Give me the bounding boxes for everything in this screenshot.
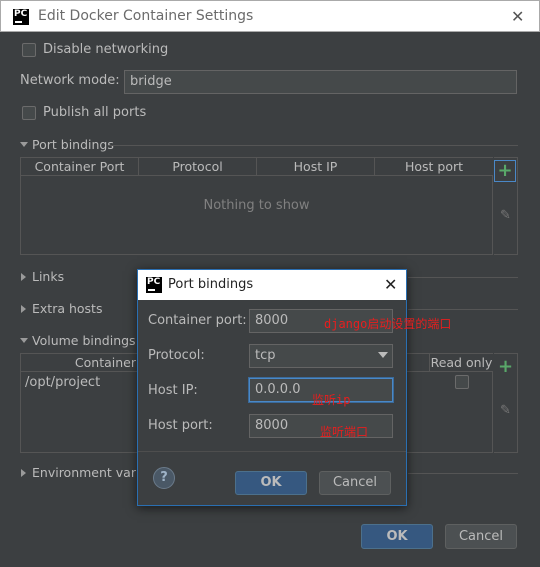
volume-bindings-section-label[interactable]: Volume bindings: [32, 333, 136, 348]
main-cancel-button[interactable]: Cancel: [445, 524, 517, 549]
dialog-separator: [138, 451, 406, 452]
col-host-port[interactable]: Host port: [375, 158, 493, 176]
dialog-titlebar: PC Port bindings ✕: [138, 270, 406, 300]
publish-all-ports-checkbox[interactable]: [22, 106, 36, 120]
volume-row-container[interactable]: /opt/project: [25, 375, 100, 390]
links-section-label[interactable]: Links: [32, 269, 64, 284]
links-expand-icon[interactable]: [21, 273, 26, 281]
extra-hosts-separator: [408, 309, 518, 310]
network-mode-label: Network mode:: [20, 73, 120, 88]
help-icon[interactable]: ?: [153, 467, 175, 489]
port-bindings-section-label[interactable]: Port bindings: [32, 137, 114, 152]
main-ok-button[interactable]: OK: [361, 524, 433, 549]
volume-row-read-only-checkbox[interactable]: [455, 375, 469, 389]
edit-volume-binding-icon[interactable]: ✎: [494, 403, 517, 418]
col-protocol[interactable]: Protocol: [139, 158, 257, 176]
extra-hosts-section-label[interactable]: Extra hosts: [32, 301, 102, 316]
add-port-binding-button[interactable]: +: [494, 160, 516, 182]
container-port-annotation: django启动设置的端口: [324, 317, 452, 331]
extra-hosts-expand-icon[interactable]: [21, 305, 26, 313]
host-port-annotation: 监听端口: [320, 425, 369, 439]
col-host-ip[interactable]: Host IP: [257, 158, 375, 176]
dialog-cancel-button[interactable]: Cancel: [319, 471, 391, 495]
empty-table-text: Nothing to show: [203, 198, 310, 213]
dialog-title: Port bindings: [168, 277, 254, 292]
disable-networking-checkbox[interactable]: [22, 43, 36, 57]
protocol-select[interactable]: tcp: [249, 344, 393, 368]
host-ip-label: Host IP:: [148, 383, 198, 398]
host-ip-annotation: 监听ip: [312, 393, 351, 407]
pycharm-logo-icon: PC: [13, 9, 29, 25]
protocol-label: Protocol:: [148, 348, 205, 363]
add-volume-binding-button[interactable]: +: [494, 357, 517, 377]
protocol-select-value: tcp: [255, 348, 276, 363]
container-port-label: Container port:: [148, 313, 247, 328]
port-bindings-table[interactable]: Container Port Protocol Host IP Host por…: [20, 157, 493, 255]
col-read-only[interactable]: Read only: [430, 354, 493, 372]
port-bindings-dialog: PC Port bindings ✕ Container port: 8000 …: [137, 269, 451, 506]
chevron-down-icon: [378, 352, 388, 358]
publish-all-ports-label: Publish all ports: [43, 105, 147, 120]
volume-bindings-expand-icon[interactable]: [20, 338, 28, 343]
window-title: Edit Docker Container Settings: [38, 8, 254, 24]
host-port-label: Host port:: [148, 418, 213, 433]
disable-networking-label: Disable networking: [43, 42, 169, 57]
volume-bindings-toolbar: + ✎: [494, 353, 518, 453]
dialog-close-icon[interactable]: ✕: [384, 275, 397, 294]
window-close-icon[interactable]: ✕: [511, 7, 524, 26]
port-bindings-expand-icon[interactable]: [20, 142, 28, 147]
window-titlebar: PC Edit Docker Container Settings ✕: [0, 0, 540, 32]
environment-variables-separator: [408, 473, 518, 474]
col-container-port[interactable]: Container Port: [21, 158, 139, 176]
network-mode-field[interactable]: bridge: [124, 70, 517, 94]
port-bindings-separator: [108, 145, 518, 146]
dialog-ok-button[interactable]: OK: [235, 471, 307, 495]
port-bindings-toolbar: + ✎: [494, 157, 518, 255]
col-container[interactable]: Container: [21, 354, 138, 372]
links-separator: [408, 277, 518, 278]
environment-variables-expand-icon[interactable]: [21, 469, 26, 477]
edit-port-binding-icon[interactable]: ✎: [494, 208, 517, 223]
dialog-pycharm-logo-icon: PC: [146, 277, 162, 293]
